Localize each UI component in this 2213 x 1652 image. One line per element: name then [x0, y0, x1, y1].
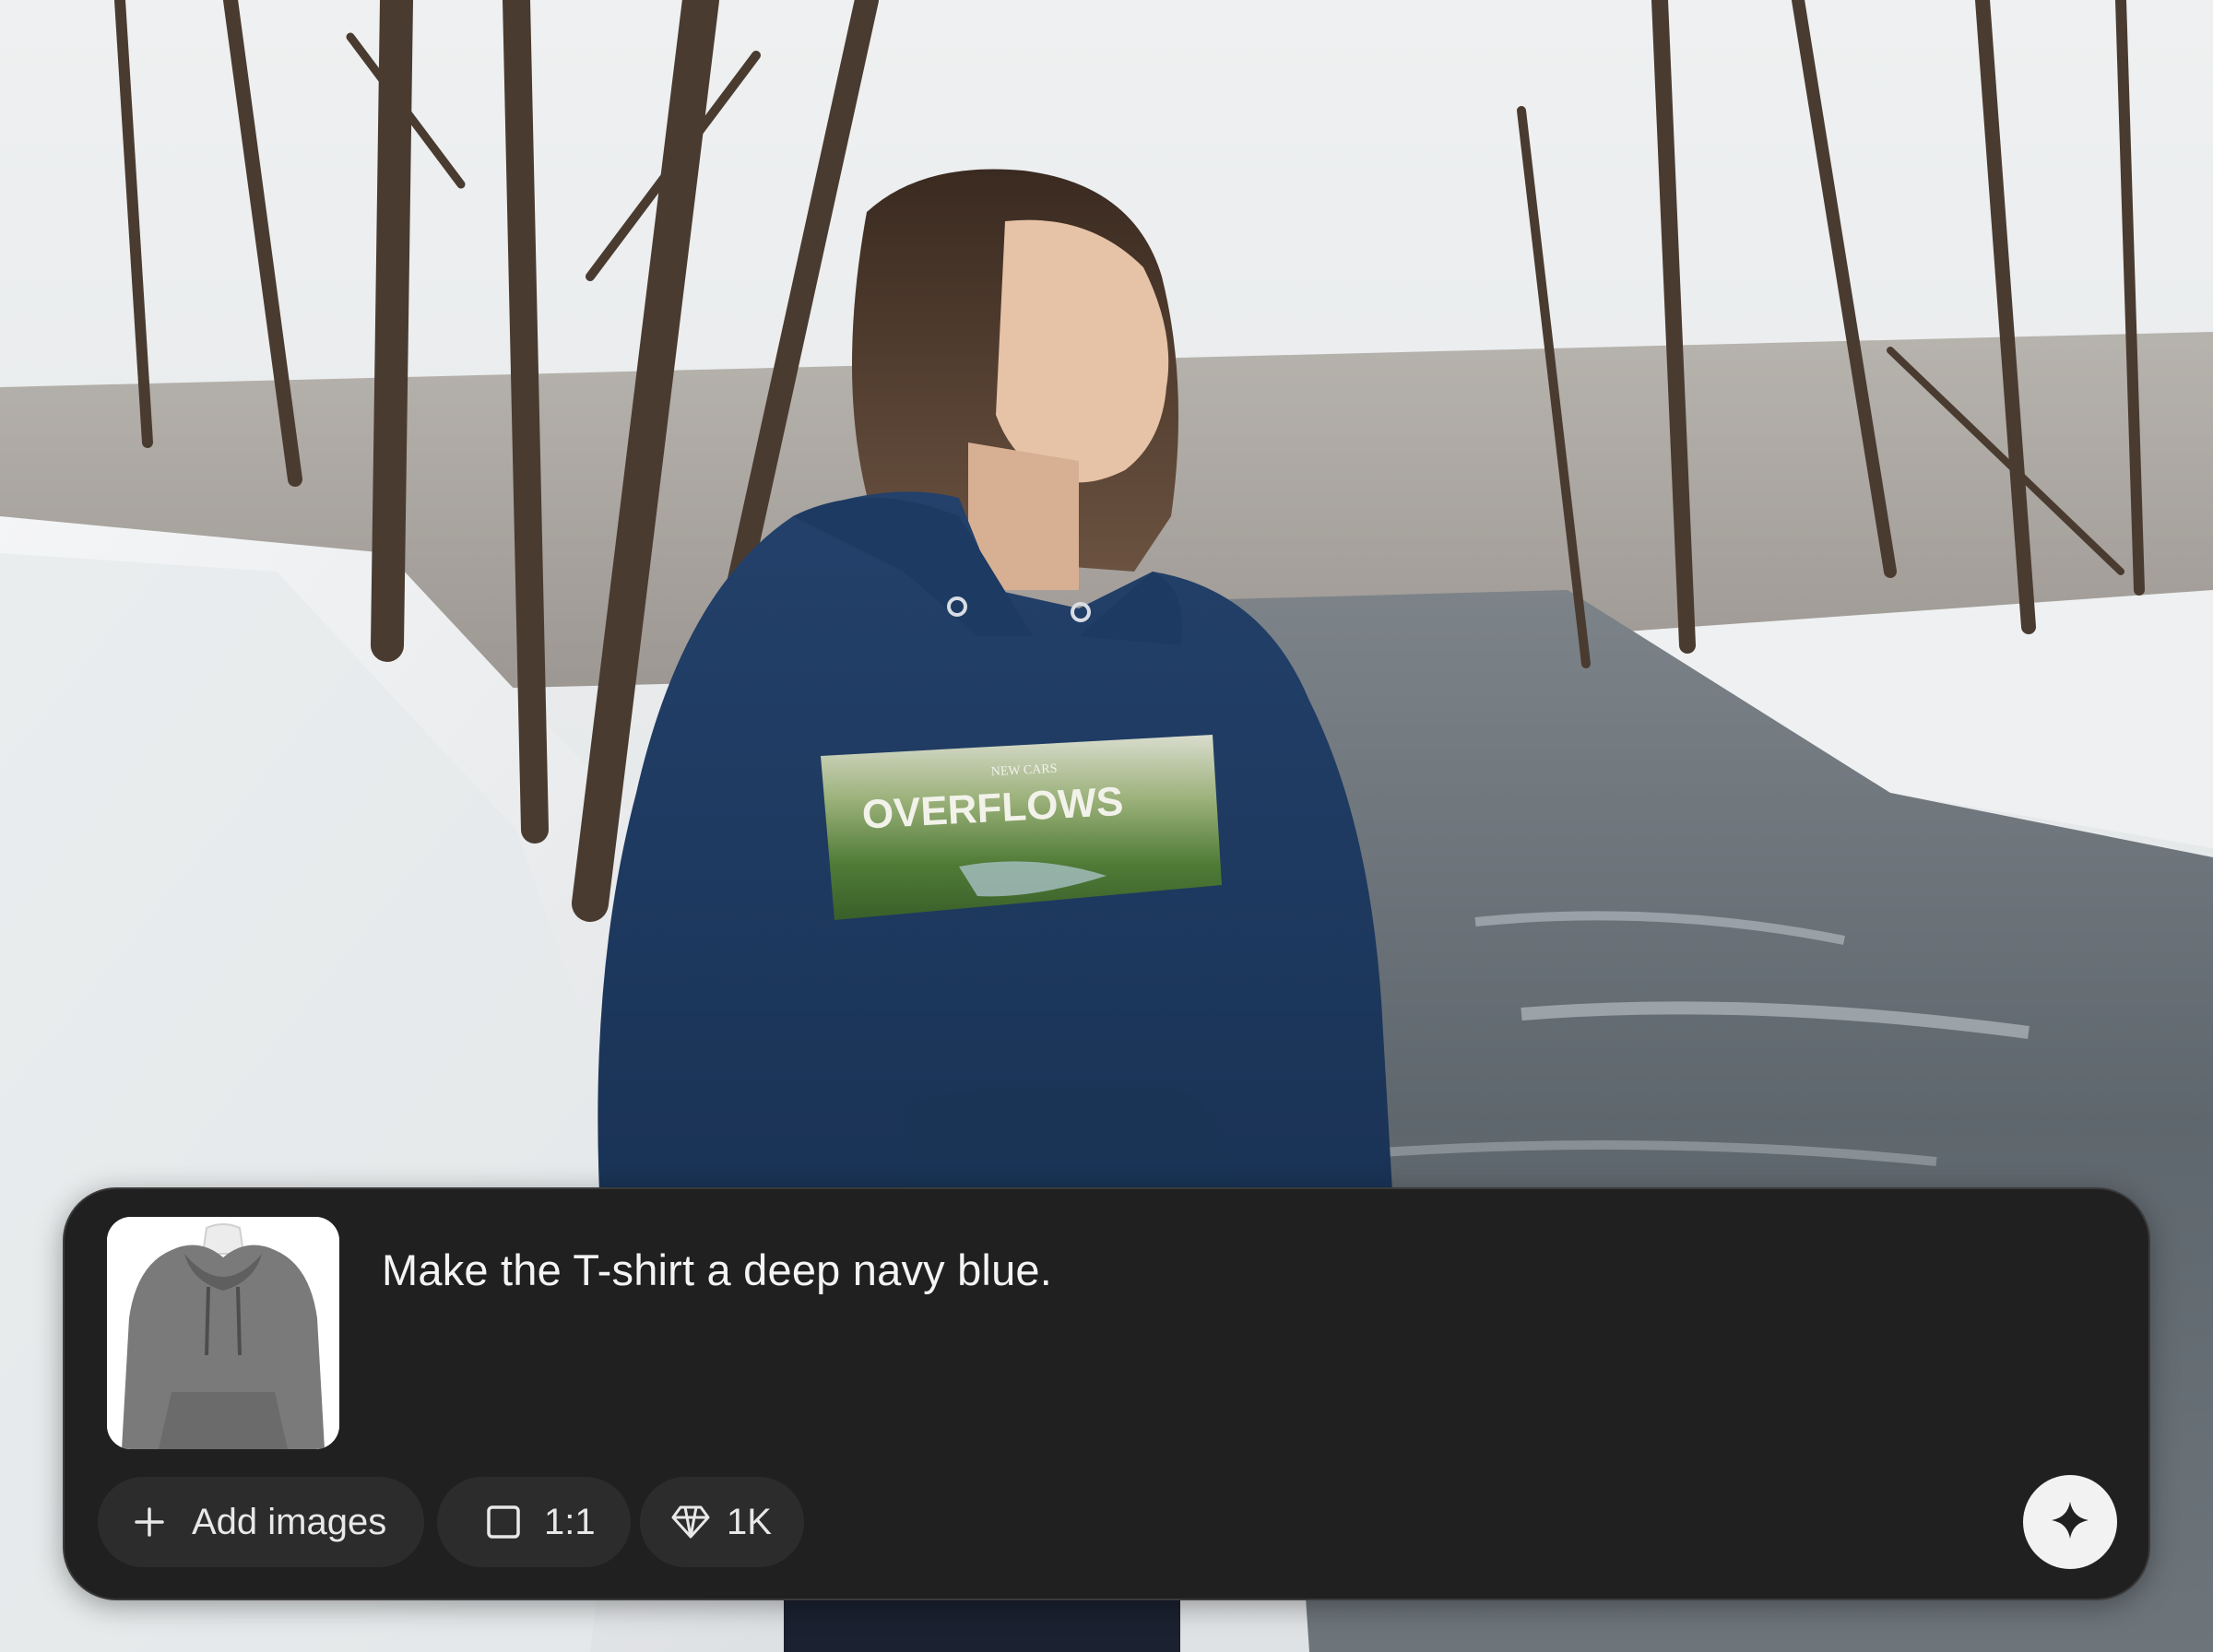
generate-button[interactable]	[2023, 1475, 2117, 1569]
prompt-composer: Make the T-shirt a deep navy blue. Add i…	[63, 1187, 2150, 1600]
diamond-icon	[671, 1504, 710, 1540]
hoodie-reference-image	[107, 1217, 339, 1449]
prompt-input[interactable]: Make the T-shirt a deep navy blue.	[382, 1245, 1052, 1295]
plus-icon	[133, 1505, 166, 1539]
add-images-label: Add images	[192, 1501, 387, 1542]
aspect-ratio-button[interactable]: 1:1	[437, 1477, 631, 1567]
resolution-label: 1K	[727, 1501, 772, 1542]
attached-image-thumbnail[interactable]	[107, 1217, 339, 1449]
square-icon	[485, 1504, 522, 1540]
sparkle-icon	[2050, 1500, 2090, 1545]
resolution-button[interactable]: 1K	[640, 1477, 804, 1567]
add-images-button[interactable]: Add images	[98, 1477, 424, 1567]
aspect-ratio-label: 1:1	[544, 1501, 596, 1542]
